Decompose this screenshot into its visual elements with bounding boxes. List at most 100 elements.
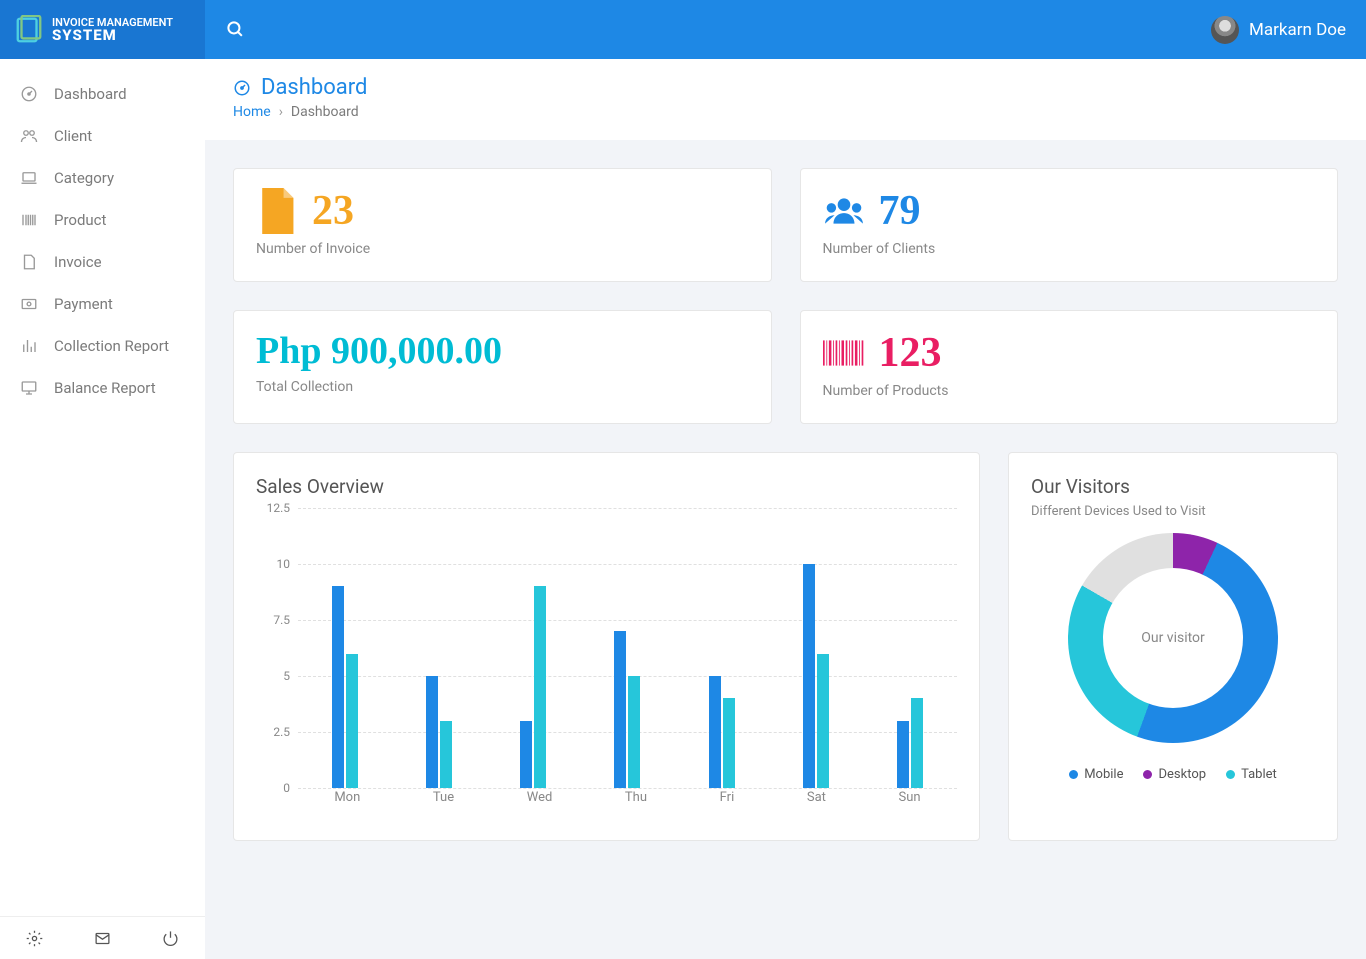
chart-title: Our Visitors <box>1031 475 1315 498</box>
bar <box>614 631 626 788</box>
x-label: Wed <box>527 790 553 805</box>
barcode-icon <box>18 211 40 229</box>
bar <box>346 654 358 788</box>
money-icon <box>18 295 40 313</box>
stat-card-invoice: 23 Number of Invoice <box>233 168 772 282</box>
nav-label: Product <box>54 211 106 229</box>
mail-button[interactable] <box>68 917 136 959</box>
sidebar-item-product[interactable]: Product <box>0 199 205 241</box>
logo[interactable]: INVOICE MANAGEMENT SYSTEM <box>0 0 205 59</box>
stat-label: Number of Clients <box>823 241 1316 257</box>
nav-label: Client <box>54 127 92 145</box>
mail-icon <box>94 930 111 947</box>
legend: Mobile Desktop Tablet <box>1069 767 1277 782</box>
stat-value: 123 <box>879 329 942 377</box>
sidebar: Dashboard Client Category Product Invoice Pay… <box>0 59 205 959</box>
display-icon <box>18 379 40 397</box>
bar <box>897 721 909 788</box>
file-icon <box>256 188 298 234</box>
breadcrumb: Home › Dashboard <box>233 104 1338 120</box>
sidebar-item-balance-report[interactable]: Balance Report <box>0 367 205 409</box>
bar <box>723 698 735 788</box>
bar <box>628 676 640 788</box>
x-label: Thu <box>625 790 647 805</box>
nav-label: Collection Report <box>54 337 169 355</box>
bar-group <box>614 631 640 788</box>
x-label: Fri <box>720 790 735 805</box>
settings-button[interactable] <box>0 917 68 959</box>
donut-center: Our visitor <box>1103 568 1243 708</box>
chart-title: Sales Overview <box>256 475 957 498</box>
bar <box>817 654 829 788</box>
sidebar-item-payment[interactable]: Payment <box>0 283 205 325</box>
page-title: Dashboard <box>261 75 367 100</box>
nav-label: Balance Report <box>54 379 156 397</box>
nav-label: Dashboard <box>54 85 127 103</box>
bar <box>534 586 546 788</box>
gear-icon <box>26 930 43 947</box>
user-name: Markarn Doe <box>1249 20 1346 40</box>
user-menu[interactable]: Markarn Doe <box>1211 16 1346 44</box>
sidebar-item-invoice[interactable]: Invoice <box>0 241 205 283</box>
nav-label: Category <box>54 169 114 187</box>
sidebar-item-client[interactable]: Client <box>0 115 205 157</box>
chevron-right-icon: › <box>279 104 283 120</box>
avatar <box>1211 16 1239 44</box>
sidebar-item-dashboard[interactable]: Dashboard <box>0 73 205 115</box>
bar-group <box>332 586 358 788</box>
stat-label: Total Collection <box>256 379 749 395</box>
file-icon <box>18 253 40 271</box>
legend-item-mobile[interactable]: Mobile <box>1069 767 1123 782</box>
bar <box>440 721 452 788</box>
bar <box>426 676 438 788</box>
nav-label: Payment <box>54 295 113 313</box>
search-icon <box>226 20 245 39</box>
bar-chart-icon <box>18 337 40 355</box>
donut-chart: Our visitor <box>1068 533 1278 743</box>
legend-item-desktop[interactable]: Desktop <box>1143 767 1206 782</box>
bar <box>911 698 923 788</box>
sidebar-footer <box>0 916 205 959</box>
sidebar-item-category[interactable]: Category <box>0 157 205 199</box>
stat-value: 23 <box>312 187 354 235</box>
x-label: Sat <box>807 790 826 805</box>
nav: Dashboard Client Category Product Invoice Pay… <box>0 59 205 916</box>
bar-group <box>897 698 923 788</box>
top-header: INVOICE MANAGEMENT SYSTEM Markarn Doe <box>0 0 1366 59</box>
x-label: Mon <box>334 790 360 805</box>
bar <box>520 721 532 788</box>
legend-item-tablet[interactable]: Tablet <box>1226 767 1277 782</box>
breadcrumb-current: Dashboard <box>291 104 359 120</box>
users-icon <box>823 188 865 234</box>
logo-icon <box>14 15 44 45</box>
bar <box>332 586 344 788</box>
bar-group <box>803 564 829 788</box>
main: Dashboard Home › Dashboard 23 Number of … <box>205 59 1366 869</box>
content: 23 Number of Invoice 79 Number of Client… <box>205 140 1366 869</box>
laptop-icon <box>18 169 40 187</box>
barcode-icon <box>823 330 865 376</box>
gauge-icon <box>233 79 251 97</box>
sidebar-item-collection-report[interactable]: Collection Report <box>0 325 205 367</box>
bar <box>803 564 815 788</box>
bar <box>709 676 721 788</box>
x-label: Sun <box>899 790 921 805</box>
bar-group <box>426 676 452 788</box>
chart-subtitle: Different Devices Used to Visit <box>1031 504 1315 519</box>
breadcrumb-home[interactable]: Home <box>233 104 271 120</box>
dashboard-icon <box>18 85 40 103</box>
bar-chart: 02.557.51012.5 MonTueWedThuFriSatSun <box>256 508 957 818</box>
stat-card-clients: 79 Number of Clients <box>800 168 1339 282</box>
search-button[interactable] <box>223 18 247 42</box>
power-button[interactable] <box>137 917 205 959</box>
power-icon <box>162 930 179 947</box>
page-header: Dashboard Home › Dashboard <box>205 59 1366 140</box>
stat-card-collection: Php 900,000.00 Total Collection <box>233 310 772 424</box>
bar-group <box>520 586 546 788</box>
bar-group <box>709 676 735 788</box>
sales-overview-card: Sales Overview 02.557.51012.5 MonTueWedT… <box>233 452 980 841</box>
people-icon <box>18 127 40 145</box>
stat-label: Number of Products <box>823 383 1316 399</box>
stat-label: Number of Invoice <box>256 241 749 257</box>
visitors-card: Our Visitors Different Devices Used to V… <box>1008 452 1338 841</box>
